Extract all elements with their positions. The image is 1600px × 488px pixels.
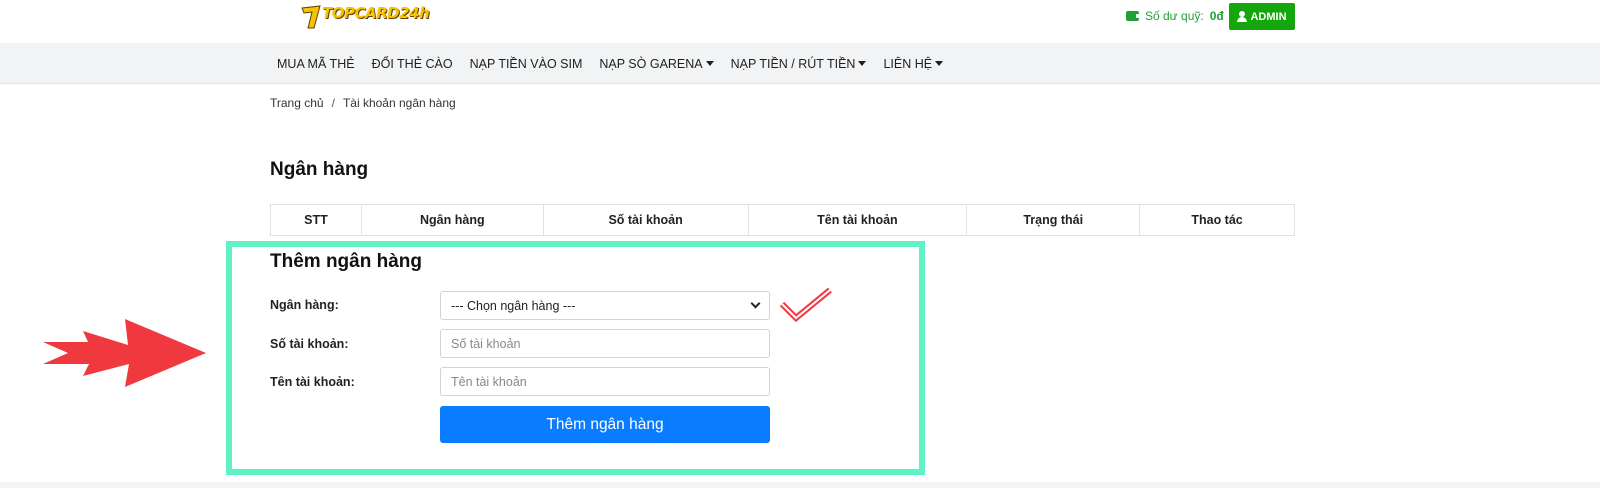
account-name-label: Tên tài khoản:	[270, 375, 355, 389]
wallet-icon	[1126, 11, 1140, 21]
nav-item-nap-rut-tien[interactable]: NẠP TIỀN / RÚT TIỀN	[731, 57, 867, 71]
account-number-label: Số tài khoản:	[270, 337, 349, 351]
top-header: TOPCARD24h Số dư quỹ: 0đ ADMIN	[0, 0, 1600, 43]
table-header-row: STT Ngân hàng Số tài khoản Tên tài khoản…	[270, 204, 1295, 236]
caret-down-icon	[935, 61, 944, 66]
page-title: Ngân hàng	[270, 159, 369, 180]
admin-button[interactable]: ADMIN	[1229, 3, 1295, 30]
nav-item-nap-tien-vao-sim[interactable]: NẠP TIỀN VÀO SIM	[470, 57, 583, 71]
balance-display: Số dư quỹ: 0đ	[1126, 9, 1224, 23]
column-header-status: Trạng thái	[966, 204, 1141, 236]
account-number-input[interactable]: Số tài khoản	[440, 329, 770, 358]
account-number-placeholder: Số tài khoản	[451, 336, 521, 351]
breadcrumb-home-link[interactable]: Trang chủ	[270, 96, 324, 110]
column-header-stt: STT	[270, 204, 362, 236]
balance-value: 0đ	[1209, 9, 1224, 23]
account-name-input[interactable]: Tên tài khoản	[440, 367, 770, 396]
column-header-bank: Ngân hàng	[360, 204, 544, 236]
nav-item-label: NẠP TIỀN VÀO SIM	[469, 56, 583, 71]
breadcrumb-separator: /	[331, 96, 335, 110]
main-navbar: MUA MÃ THẺ ĐỔI THẺ CÀO NẠP TIỀN VÀO SIM …	[0, 43, 1600, 84]
nav-item-label: NẠP SÒ GARENA	[599, 56, 703, 71]
bank-select-label: Ngân hàng:	[270, 298, 339, 312]
nav-item-doi-the-cao[interactable]: ĐỔI THẺ CÀO	[372, 57, 453, 71]
add-bank-submit-button[interactable]: Thêm ngân hàng	[440, 406, 770, 443]
breadcrumb-current: Tài khoản ngân hàng	[342, 96, 456, 110]
chevron-down-icon	[750, 298, 761, 309]
bank-select[interactable]: --- Chọn ngân hàng ---	[440, 291, 770, 320]
user-icon	[1237, 11, 1248, 22]
nav-item-label: MUA MÃ THẺ	[277, 56, 355, 71]
nav-item-nap-so-garena[interactable]: NẠP SÒ GARENA	[599, 56, 714, 71]
column-header-account-number: Số tài khoản	[542, 204, 749, 236]
nav-item-lien-he[interactable]: LIÊN HỆ	[883, 56, 944, 71]
submit-label: Thêm ngân hàng	[546, 415, 664, 433]
site-logo[interactable]: TOPCARD24h	[300, 2, 430, 32]
column-header-account-name: Tên tài khoản	[747, 204, 968, 236]
add-bank-title: Thêm ngân hàng	[270, 251, 422, 272]
arrow-annotation-icon	[43, 319, 208, 394]
balance-label: Số dư quỹ:	[1145, 9, 1204, 23]
nav-item-label: ĐỔI THẺ CÀO	[371, 56, 453, 71]
nav-items: MUA MÃ THẺ ĐỔI THẺ CÀO NẠP TIỀN VÀO SIM …	[277, 43, 960, 84]
nav-item-label: LIÊN HỆ	[883, 56, 933, 71]
logo-text: TOPCARD24h	[322, 4, 430, 22]
nav-item-mua-ma-the[interactable]: MUA MÃ THẺ	[277, 57, 355, 71]
nav-item-label: NẠP TIỀN / RÚT TIỀN	[730, 56, 856, 71]
account-name-placeholder: Tên tài khoản	[451, 374, 527, 389]
column-header-actions: Thao tác	[1139, 204, 1295, 236]
footer-band	[0, 482, 1600, 488]
caret-down-icon	[705, 61, 714, 66]
breadcrumb: Trang chủ / Tài khoản ngân hàng	[270, 96, 456, 110]
bank-accounts-table: STT Ngân hàng Số tài khoản Tên tài khoản…	[270, 204, 1295, 236]
admin-label: ADMIN	[1250, 10, 1287, 23]
check-annotation-icon	[779, 286, 832, 327]
caret-down-icon	[858, 61, 867, 66]
bank-select-value: --- Chọn ngân hàng ---	[451, 298, 576, 313]
